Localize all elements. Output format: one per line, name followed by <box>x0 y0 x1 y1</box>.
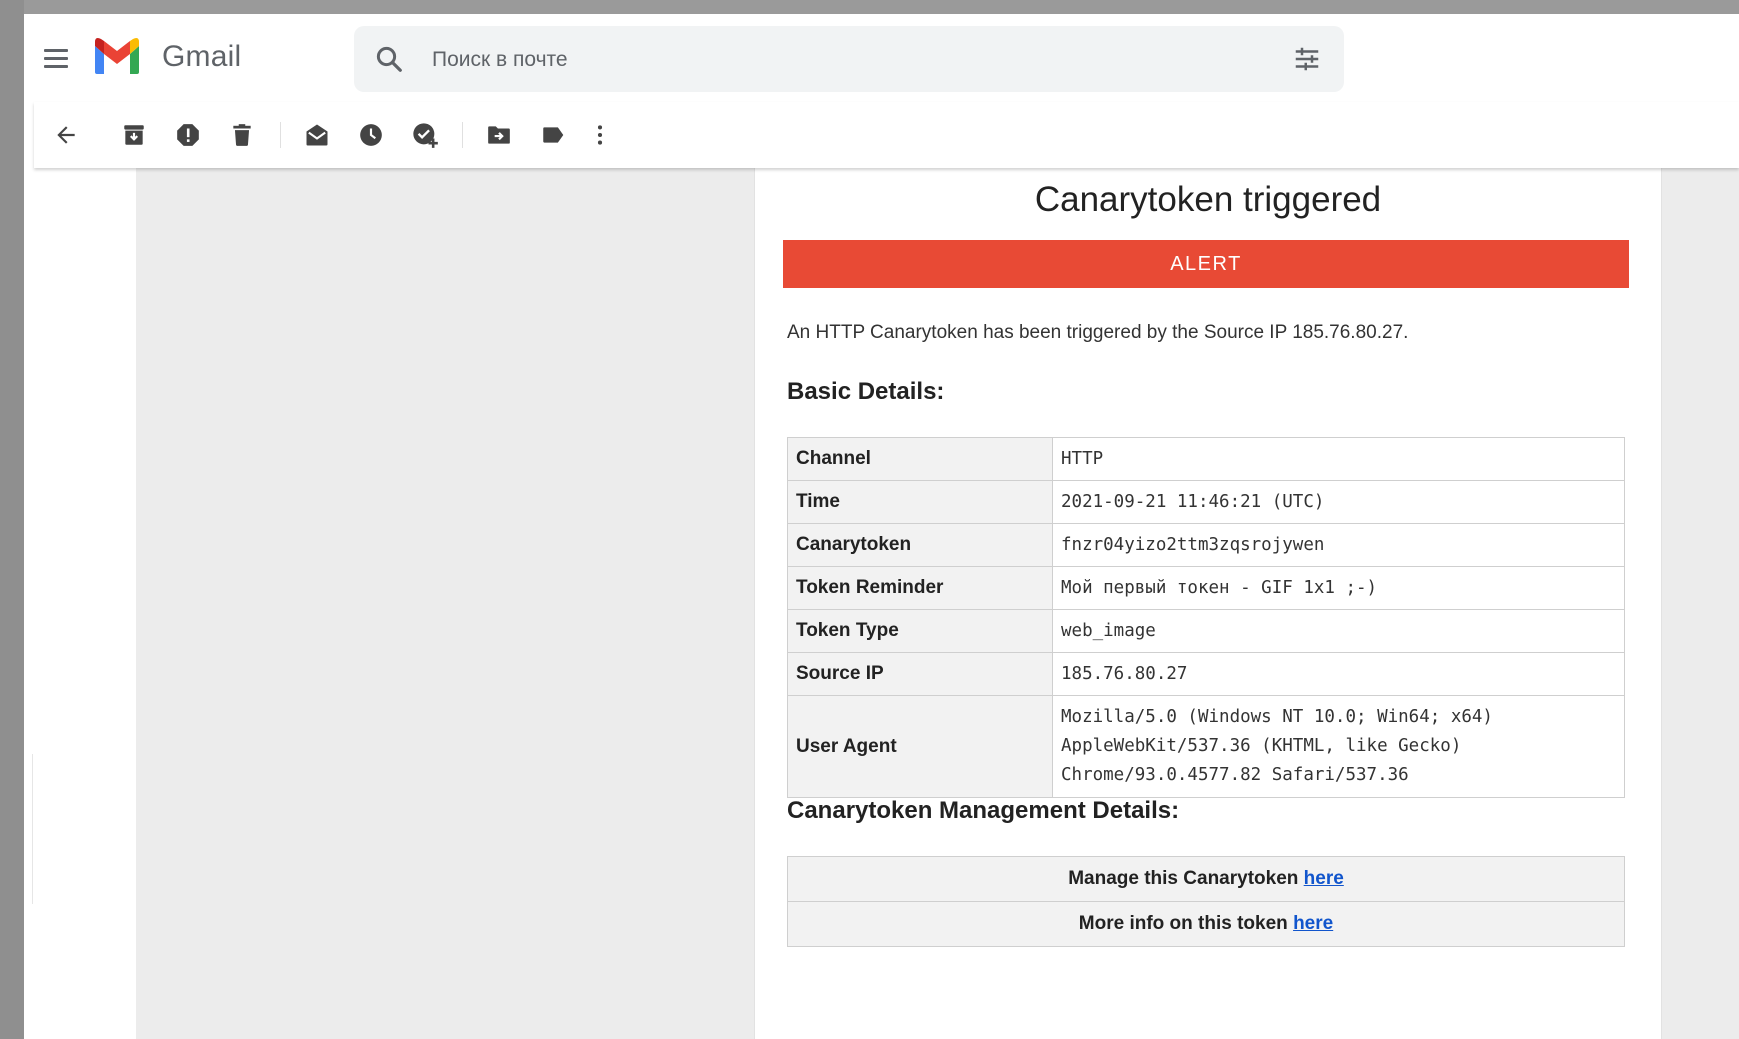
table-row: Time 2021-09-21 11:46:21 (UTC) <box>787 480 1625 524</box>
move-to-icon <box>488 126 510 144</box>
detail-key-source-ip: Source IP <box>787 652 1053 696</box>
detail-value-time: 2021-09-21 11:46:21 (UTC) <box>1052 480 1625 524</box>
move-to-button[interactable] <box>481 117 517 153</box>
detail-value-token-type: web_image <box>1052 609 1625 653</box>
table-row: Source IP 185.76.80.27 <box>787 652 1625 696</box>
archive-button[interactable] <box>116 117 152 153</box>
search-options-icon[interactable] <box>1292 44 1322 74</box>
detail-key-user-agent: User Agent <box>787 695 1053 798</box>
delete-button[interactable] <box>224 117 260 153</box>
search-bar <box>354 26 1344 92</box>
snooze-icon <box>360 124 382 146</box>
search-icon[interactable] <box>374 44 404 74</box>
token-info-text: More info on this token <box>1078 913 1294 934</box>
gmail-page: Gmail Поиск в почте Canarytoken triggere… <box>24 14 1739 1039</box>
report-spam-icon <box>177 124 199 146</box>
toolbar-divider <box>462 122 463 148</box>
mark-unread-button[interactable] <box>299 117 335 153</box>
header: Gmail <box>24 14 1739 102</box>
snooze-button[interactable] <box>353 117 389 153</box>
add-to-tasks-icon <box>413 123 438 148</box>
alert-banner: ALERT <box>783 240 1629 288</box>
left-gutter <box>24 168 136 1039</box>
back-button[interactable] <box>48 117 84 153</box>
mark-unread-icon <box>306 124 328 146</box>
label-button[interactable] <box>535 117 571 153</box>
table-row: Channel HTTP <box>787 437 1625 481</box>
user-agent-line: AppleWebKit/537.36 (KHTML, like Gecko) <box>1061 736 1462 756</box>
table-row: Manage this Canarytoken here <box>787 856 1625 902</box>
management-details-table: Manage this Canarytoken here More info o… <box>787 856 1625 947</box>
manage-token-text: Manage this Canarytoken <box>1068 868 1304 889</box>
menu-icon-line <box>44 57 68 60</box>
manage-token-link[interactable]: here <box>1304 868 1344 889</box>
window-frame-top <box>0 0 1739 14</box>
table-row: Canarytoken fnzr04yizo2ttm3zqsrojywen <box>787 523 1625 567</box>
table-row: More info on this token here <box>787 901 1625 947</box>
label-icon <box>543 127 564 143</box>
gmail-logo-icon[interactable] <box>92 36 142 76</box>
search-input[interactable] <box>430 38 1234 82</box>
table-row: User Agent Mozilla/5.0 (Windows NT 10.0;… <box>787 695 1625 798</box>
main-menu-button[interactable] <box>36 40 72 76</box>
management-details-heading: Canarytoken Management Details: <box>787 797 1180 824</box>
menu-icon <box>44 49 68 52</box>
detail-value-user-agent: Mozilla/5.0 (Windows NT 10.0; Win64; x64… <box>1052 695 1625 798</box>
archive-icon <box>124 125 144 145</box>
alert-intro-text: An HTTP Canarytoken has been triggered b… <box>787 322 1409 343</box>
token-info-link[interactable]: here <box>1293 913 1333 934</box>
user-agent-line: Chrome/93.0.4577.82 Safari/537.36 <box>1061 765 1409 785</box>
back-arrow-icon <box>57 126 75 144</box>
detail-key-time: Time <box>787 480 1053 524</box>
basic-details-heading: Basic Details: <box>787 378 945 405</box>
detail-key-canarytoken: Canarytoken <box>787 523 1053 567</box>
gmail-brand-text: Gmail <box>162 40 242 73</box>
table-row: Token Type web_image <box>787 609 1625 653</box>
detail-value-source-ip: 185.76.80.27 <box>1052 652 1625 696</box>
delete-icon <box>233 124 251 146</box>
report-spam-button[interactable] <box>170 117 206 153</box>
detail-value-token-reminder: Мой первый токен - GIF 1x1 ;-) <box>1052 566 1625 610</box>
detail-key-channel: Channel <box>787 437 1053 481</box>
side-panel-edge <box>24 754 33 904</box>
message-toolbar <box>34 102 1739 168</box>
detail-key-token-reminder: Token Reminder <box>787 566 1053 610</box>
window-frame-left <box>0 0 24 1039</box>
table-row: Token Reminder Мой первый токен - GIF 1x… <box>787 566 1625 610</box>
basic-details-table: Channel HTTP Time 2021-09-21 11:46:21 (U… <box>787 437 1625 798</box>
detail-value-canarytoken: fnzr04yizo2ttm3zqsrojywen <box>1052 523 1625 567</box>
detail-key-token-type: Token Type <box>787 609 1053 653</box>
token-info-cell: More info on this token here <box>787 901 1625 947</box>
manage-token-cell: Manage this Canarytoken here <box>787 856 1625 902</box>
user-agent-line: Mozilla/5.0 (Windows NT 10.0; Win64; x64… <box>1061 707 1493 727</box>
more-vert-icon <box>597 125 603 145</box>
toolbar-divider <box>280 122 281 148</box>
email-title: Canarytoken triggered <box>1034 180 1382 219</box>
menu-icon-line <box>44 65 68 68</box>
detail-value-channel: HTTP <box>1052 437 1625 481</box>
more-options-button[interactable] <box>582 117 618 153</box>
add-to-tasks-button[interactable] <box>407 117 443 153</box>
email-body: Canarytoken triggered ALERT An HTTP Cana… <box>754 168 1662 1039</box>
